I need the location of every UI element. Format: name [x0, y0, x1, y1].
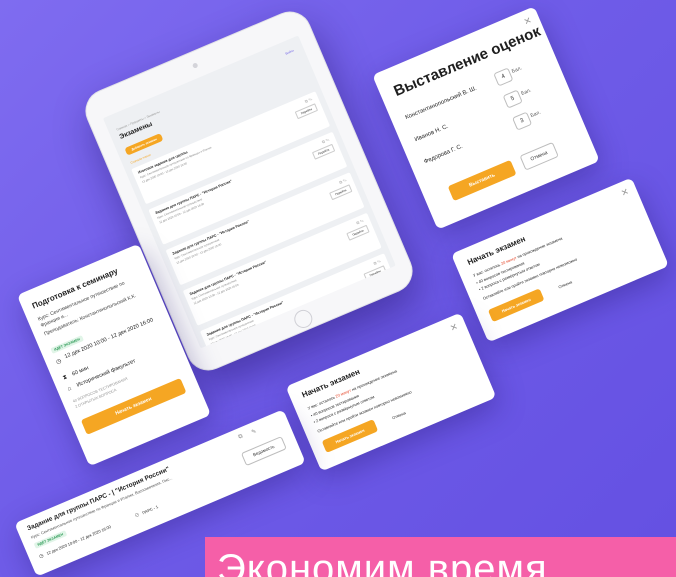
close-icon[interactable]: ✕	[619, 186, 630, 199]
grades-modal: ✕ Выставление оценок Константинопольский…	[372, 6, 600, 230]
group-icon: ⚇	[134, 512, 141, 520]
unit-label: Бал.	[520, 87, 533, 97]
duration-text: 60 мин	[71, 365, 90, 378]
clock-icon: ◷	[38, 552, 45, 560]
clock-icon: ◷	[55, 358, 63, 366]
copy-icon[interactable]: ⧉	[238, 433, 245, 441]
close-icon[interactable]: ✕	[449, 321, 460, 334]
start-exam-button[interactable]: Начать экзамен	[80, 377, 187, 435]
tablet-home-button	[291, 307, 316, 331]
hourglass-icon: ⧗	[62, 374, 69, 382]
start-exam-modal-bottom: ✕ Начать экзамен У вас: осталось 20 мину…	[285, 312, 497, 472]
statement-button[interactable]: Ведомость	[240, 436, 287, 467]
student-name: Иванов Н. С.	[413, 123, 450, 144]
student-name: Федорова Г. С.	[423, 143, 464, 166]
cancel-button[interactable]: Отмена	[519, 141, 559, 171]
cancel-link[interactable]: Отмена	[558, 279, 573, 289]
unit-label: Бал.	[510, 65, 523, 75]
submit-grades-button[interactable]: Выставить	[447, 159, 517, 202]
tablet-camera	[191, 62, 199, 69]
edit-icon[interactable]: ✎	[250, 428, 258, 436]
unit-label: Бал.	[529, 109, 542, 120]
cancel-link[interactable]: Отмена	[391, 410, 406, 420]
banner-text: Экономим время	[217, 547, 548, 577]
group-text: ПАРС - 1	[141, 504, 159, 516]
task-title: Задание для группы ПАРС - | "История Рос…	[26, 465, 171, 533]
promo-banner: Экономим время	[205, 537, 676, 577]
building-icon: ⌂	[66, 385, 73, 393]
